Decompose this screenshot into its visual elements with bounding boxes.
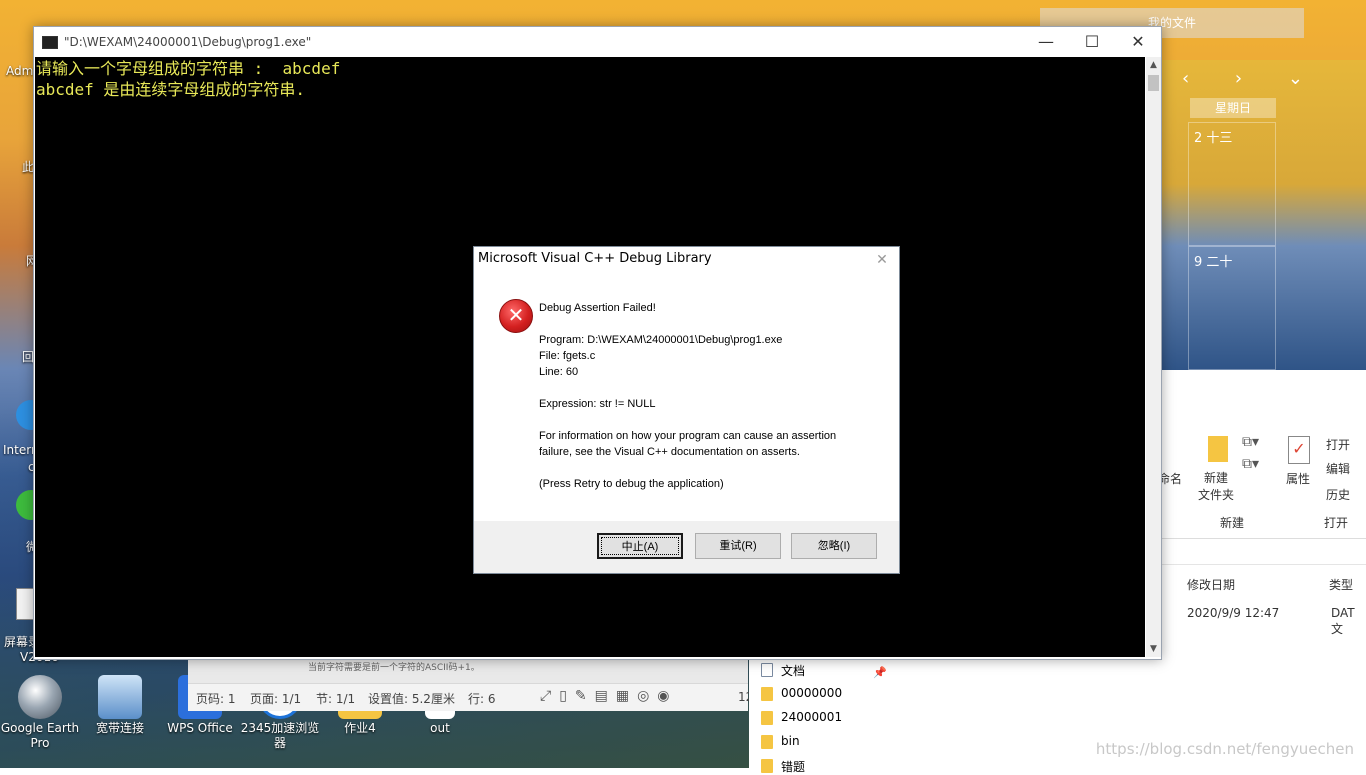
nav-item-folder[interactable]: bin: [761, 734, 800, 749]
ribbon-group-new: 新建: [1220, 516, 1245, 530]
close-button[interactable]: ✕: [1115, 27, 1161, 57]
wps-status-bar: 页码: 1 页面: 1/1 节: 1/1 设置值: 5.2厘米 行: 6 ⤢▯✎…: [188, 683, 753, 711]
ribbon-edit[interactable]: 编辑: [1326, 460, 1350, 477]
column-type[interactable]: 类型: [1329, 576, 1353, 593]
wps-row: 行: 6: [468, 692, 496, 706]
wps-setting: 设置值: 5.2厘米: [368, 692, 455, 706]
nav-item-folder[interactable]: 24000001: [761, 710, 843, 725]
folder-icon: [761, 735, 773, 749]
nav-item-label: 文档: [781, 664, 806, 678]
dialog-title: Microsoft Visual C++ Debug Library: [478, 251, 712, 266]
console-titlebar[interactable]: "D:\WEXAM\24000001\Debug\prog1.exe" — ☐ …: [34, 27, 1161, 57]
dialog-button-bar: 中止(A) 重试(R) 忽略(I): [474, 521, 899, 573]
dialog-line: Line: 60: [539, 366, 579, 378]
nav-item-documents[interactable]: 文档: [761, 662, 806, 679]
nav-item-folder[interactable]: 错题: [761, 758, 806, 775]
minimize-button[interactable]: —: [1023, 27, 1069, 57]
desktop-icon-label: out: [430, 721, 450, 735]
calendar-nav[interactable]: ‹ › ⌄: [1182, 68, 1323, 89]
ribbon-new-folder[interactable]: 新建 文件夹: [1198, 470, 1234, 504]
new-folder-icon: [1208, 436, 1228, 462]
ignore-button[interactable]: 忽略(I): [791, 533, 877, 559]
nav-item-label: bin: [781, 734, 800, 748]
desktop-icon-label: 作业4: [344, 721, 376, 735]
ribbon-divider: [1162, 538, 1366, 539]
debug-assertion-dialog[interactable]: Microsoft Visual C++ Debug Library ✕ ✕ D…: [473, 246, 900, 574]
copy-path-icon[interactable]: ⧉▾: [1242, 434, 1259, 450]
dialog-close-icon[interactable]: ✕: [871, 249, 893, 271]
scroll-up-icon[interactable]: ▲: [1146, 57, 1161, 73]
properties-icon: ✓: [1288, 436, 1310, 464]
dialog-info-1: For information on how your program can …: [539, 430, 837, 442]
wps-section: 节: 1/1: [316, 692, 356, 706]
calendar-day[interactable]: 9 二十: [1188, 246, 1276, 370]
maximize-button[interactable]: ☐: [1069, 27, 1115, 57]
document-icon: [761, 663, 773, 677]
desktop-icon-label: 宽带连接: [95, 721, 144, 735]
calendar-day-label: 9 二十: [1194, 255, 1233, 270]
console-icon: [42, 36, 58, 49]
calendar-day[interactable]: 2 十三: [1188, 122, 1276, 246]
desktop-label-ie[interactable]: Interr: [3, 443, 36, 457]
wps-document-strip: 当前字符需要是前一个字符的ASCII码+1。: [188, 657, 748, 683]
google-earth-icon: [18, 675, 62, 719]
calendar-widget: ‹ › ⌄ 星期日 2 十三 9 二十: [1162, 60, 1366, 370]
watermark: https://blog.csdn.net/fengyuechen: [1095, 740, 1354, 758]
ribbon-history[interactable]: 历史: [1326, 486, 1350, 503]
nav-item-label: 00000000: [781, 686, 843, 700]
column-modified-date[interactable]: 修改日期: [1187, 576, 1235, 593]
ribbon-properties[interactable]: 属性: [1286, 470, 1310, 487]
folder-icon: [761, 687, 773, 701]
dialog-file: File: fgets.c: [539, 350, 596, 362]
explorer-nav-pane: 文档 📌 00000000 24000001 bin 错题: [749, 658, 905, 774]
file-modified-date: 2020/9/9 12:47: [1187, 606, 1280, 620]
ribbon-group-open: 打开: [1324, 516, 1349, 530]
retry-button[interactable]: 重试(R): [695, 533, 781, 559]
folder-icon: [761, 711, 773, 725]
wps-page: 页面: 1/1: [250, 692, 302, 706]
error-icon: ✕: [499, 299, 533, 333]
wps-document-text: 当前字符需要是前一个字符的ASCII码+1。: [308, 663, 480, 673]
desktop-icon-label: 2345加速浏览器: [240, 721, 320, 750]
desktop-icon-label: Google Earth Pro: [0, 721, 80, 750]
ribbon-open[interactable]: 打开: [1326, 436, 1350, 453]
nav-item-folder[interactable]: 00000000: [761, 686, 843, 701]
desktop-icon-broadband[interactable]: 宽带连接: [80, 675, 160, 736]
nav-item-label: 24000001: [781, 710, 843, 724]
dialog-heading: Debug Assertion Failed!: [539, 302, 656, 314]
dialog-info-2: failure, see the Visual C++ documentatio…: [539, 446, 800, 458]
folder-icon: [761, 759, 773, 773]
file-type: DAT 文: [1331, 606, 1355, 636]
calendar-weekday: 星期日: [1190, 98, 1276, 118]
wps-view-icons[interactable]: ⤢▯✎▤▦◎◉: [540, 688, 678, 704]
nav-item-label: 错题: [781, 760, 806, 774]
console-title: "D:\WEXAM\24000001\Debug\prog1.exe": [64, 35, 312, 49]
pin-icon[interactable]: 📌: [873, 666, 887, 679]
dialog-program: Program: D:\WEXAM\24000001\Debug\prog1.e…: [539, 334, 783, 346]
desktop-icon-google-earth[interactable]: Google Earth Pro: [0, 675, 80, 751]
dialog-press-retry: (Press Retry to debug the application): [539, 478, 724, 490]
dialog-expression: Expression: str != NULL: [539, 398, 656, 410]
scroll-down-icon[interactable]: ▼: [1146, 641, 1161, 657]
abort-button[interactable]: 中止(A): [597, 533, 683, 559]
scroll-thumb[interactable]: [1148, 75, 1159, 91]
explorer-content-pane: https://blog.csdn.net/fengyuechen: [904, 658, 1366, 768]
network-computer-icon: [98, 675, 142, 719]
calendar-day-label: 2 十三: [1194, 131, 1233, 146]
desktop-label-admin[interactable]: Adm: [6, 64, 33, 78]
wps-page-code: 页码: 1: [196, 692, 236, 706]
address-bar[interactable]: [1162, 542, 1366, 565]
paste-shortcut-icon[interactable]: ⧉▾: [1242, 456, 1259, 472]
console-line: 请输入一个字母组成的字符串 : abcdef: [36, 59, 341, 78]
console-line: abcdef 是由连续字母组成的字符串.: [36, 80, 306, 99]
desktop-icon-label: WPS Office: [167, 721, 233, 735]
console-scrollbar[interactable]: ▲ ▼: [1146, 57, 1161, 657]
